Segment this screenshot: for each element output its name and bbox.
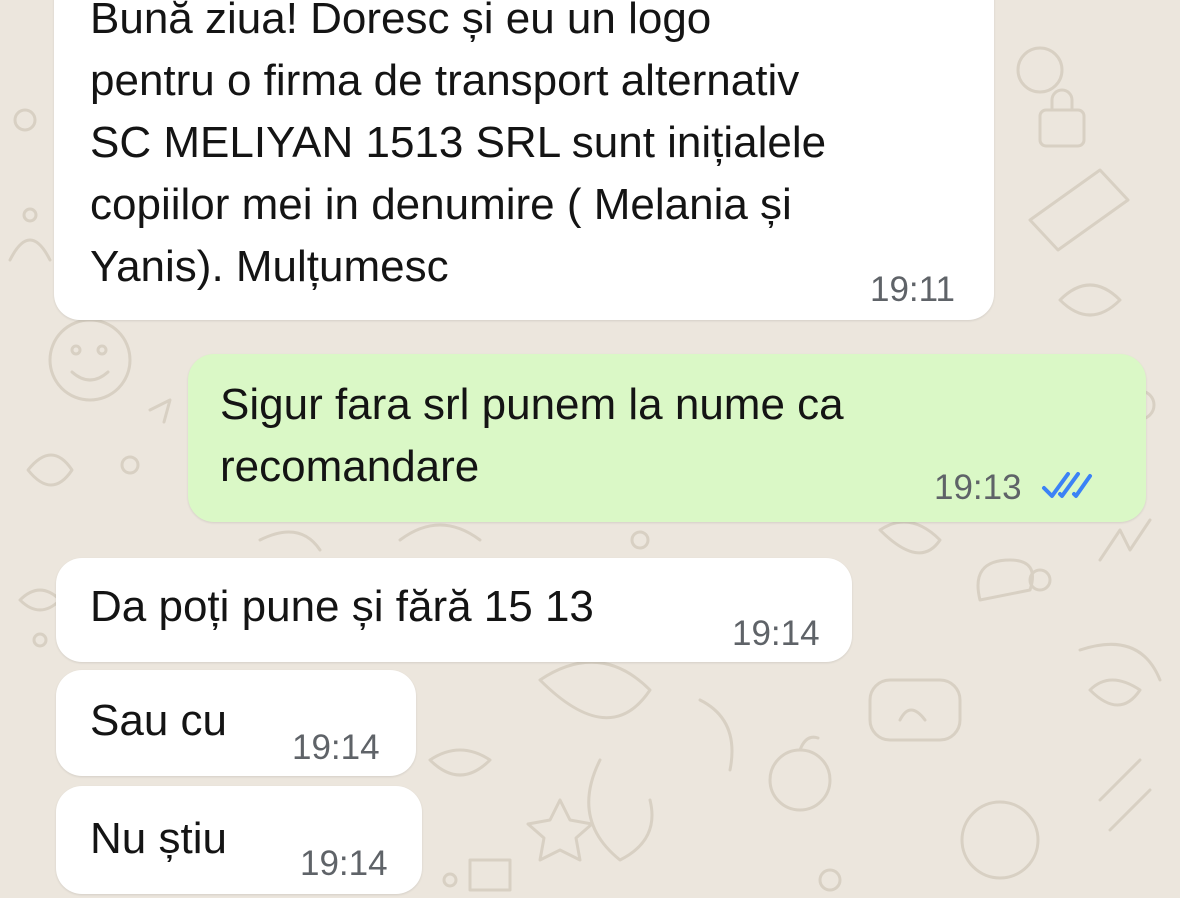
message-timestamp: 19:14 bbox=[300, 844, 388, 883]
incoming-message-bubble[interactable]: Bună ziua! Doresc și eu un logo pentru o… bbox=[54, 0, 994, 320]
message-text: Da poți pune și fără 15 13 bbox=[90, 582, 594, 631]
message-timestamp: 19:14 bbox=[292, 728, 380, 767]
message-timestamp: 19:14 bbox=[732, 614, 820, 653]
message-text: Bună ziua! Doresc și eu un logo pentru o… bbox=[90, 0, 827, 291]
double-check-icon bbox=[1042, 472, 1092, 498]
incoming-message-bubble[interactable]: Nu știu 19:14 bbox=[56, 786, 422, 894]
incoming-message-bubble[interactable]: Da poți pune și fără 15 13 19:14 bbox=[56, 558, 852, 662]
message-timestamp: 19:13 bbox=[934, 468, 1022, 507]
outgoing-message-bubble[interactable]: Sigur fara srl punem la nume ca recomand… bbox=[188, 354, 1146, 522]
incoming-message-bubble[interactable]: Sau cu 19:14 bbox=[56, 670, 416, 776]
message-text: Sau cu bbox=[90, 696, 227, 745]
message-timestamp: 19:11 bbox=[870, 270, 955, 309]
message-text: Nu știu bbox=[90, 814, 227, 863]
chat-conversation: Bună ziua! Doresc și eu un logo pentru o… bbox=[0, 0, 1180, 898]
